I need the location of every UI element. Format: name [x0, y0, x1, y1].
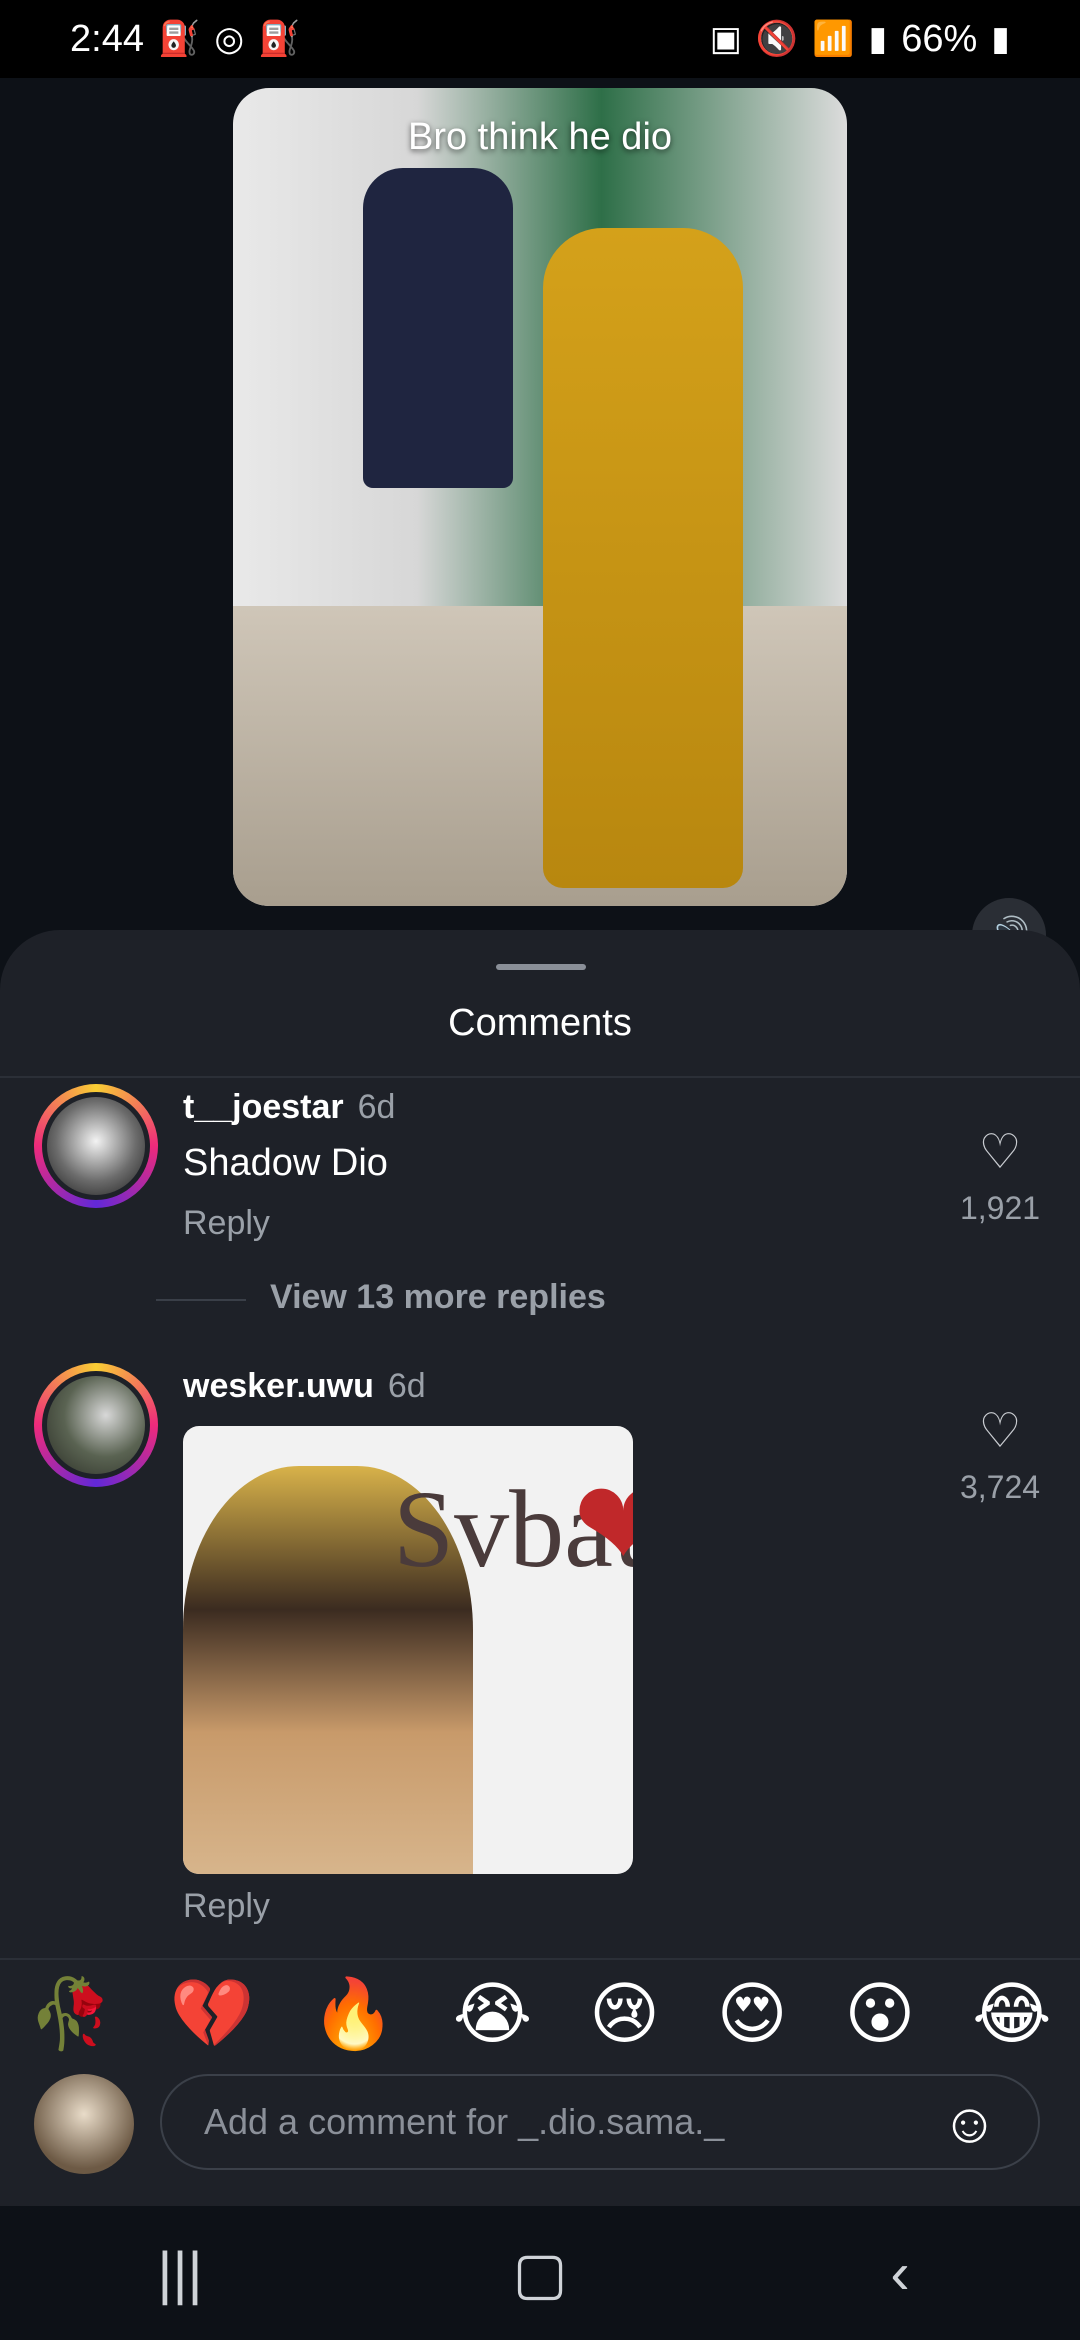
comment-text: Shadow Dio — [183, 1142, 388, 1184]
emoji-surprised[interactable]: 😮 — [844, 1975, 915, 2054]
video-person-background — [363, 168, 513, 488]
comment-input[interactable] — [202, 2100, 906, 2144]
comment-username[interactable]: t__joestar 6d — [183, 1088, 395, 1127]
avatar-ring — [42, 1371, 150, 1479]
video-floor — [233, 606, 847, 906]
sheet-title: Comments — [448, 1002, 632, 1044]
comment-time: 6d — [387, 1367, 426, 1405]
signal-icon: ▮ — [868, 20, 888, 58]
status-bar: 2:44 ⛽ ◎ ⛽ ▣ 🔇 📶 ▮ 66% ▮ — [0, 0, 1080, 78]
user-avatar[interactable] — [34, 2074, 134, 2174]
like-button[interactable]: ♡ 1,921 — [940, 1124, 1060, 1227]
video-caption: Bro think he dio — [407, 116, 673, 158]
like-button[interactable]: ♡ 3,724 — [940, 1403, 1060, 1506]
username-text[interactable]: wesker.uwu — [183, 1367, 374, 1405]
avatar-image — [47, 1097, 145, 1195]
drag-handle[interactable] — [496, 964, 586, 970]
mute-icon: 🔇 — [755, 20, 799, 58]
avatar-image — [47, 1376, 145, 1474]
emoji-fire[interactable]: 🔥 — [311, 1974, 396, 2054]
comment-input-wrapper[interactable]: ☺ — [160, 2074, 1040, 2170]
emoji-laughing[interactable]: 😂 — [972, 1975, 1051, 2054]
heart-icon[interactable]: ♡ — [940, 1124, 1060, 1180]
system-nav-bar: ||| ▢ ‹ — [0, 2206, 1080, 2340]
reply-button[interactable]: Reply — [183, 1204, 270, 1243]
replies-divider — [156, 1299, 246, 1301]
status-right: ▣ 🔇 📶 ▮ 66% ▮ — [710, 18, 1010, 61]
emoji-crying[interactable]: 😭 — [453, 1975, 532, 2054]
wifi-icon: 📶 — [812, 20, 855, 58]
heart-icon[interactable]: ♡ — [940, 1403, 1060, 1459]
avatar[interactable] — [34, 1084, 158, 1208]
emoji-wilted-rose[interactable]: 🥀 — [28, 1974, 113, 2054]
sticker-icon[interactable]: ☺ — [941, 2090, 998, 2155]
broken-heart-icon: ❤ — [573, 1458, 633, 1592]
battery-icon: ▮ — [991, 20, 1010, 58]
view-more-replies[interactable]: View 13 more replies — [270, 1278, 606, 1317]
video-area: Bro think he dio 🔊 — [0, 78, 1080, 972]
comment-input-bar: ☺ — [0, 2066, 1080, 2206]
video-person-main — [543, 228, 743, 888]
record-icon: ◎ — [214, 20, 244, 58]
cake-icon: ⛽ — [157, 20, 201, 58]
emoji-bar: 🥀 💔 🔥 😭 😢 😍 😮 😂 — [0, 1958, 1080, 2068]
home-icon[interactable]: ▢ — [480, 2239, 600, 2307]
emoji-broken-heart[interactable]: 💔 — [170, 1974, 255, 2054]
avatar[interactable] — [34, 1363, 158, 1487]
reply-button[interactable]: Reply — [183, 1887, 270, 1926]
cake-icon: ⛽ — [257, 20, 301, 58]
emoji-heart-eyes[interactable]: 😍 — [717, 1975, 788, 2054]
like-count: 3,724 — [959, 1469, 1041, 1505]
status-time: 2:44 — [70, 17, 144, 60]
recent-apps-icon[interactable]: ||| — [120, 2240, 240, 2307]
emoji-sad-tear[interactable]: 😢 — [589, 1975, 660, 2054]
sync-icon: ▣ — [709, 20, 742, 58]
comment-time: 6d — [357, 1088, 396, 1126]
comment-username[interactable]: wesker.uwu 6d — [183, 1367, 426, 1406]
avatar-ring — [42, 1092, 150, 1200]
back-icon[interactable]: ‹ — [840, 2240, 960, 2307]
battery-percent: 66% — [901, 17, 978, 60]
status-left: 2:44 ⛽ ◎ ⛽ — [70, 18, 300, 61]
like-count: 1,921 — [959, 1190, 1041, 1226]
username-text[interactable]: t__joestar — [183, 1088, 344, 1126]
video-player[interactable]: Bro think he dio — [233, 88, 847, 906]
divider — [0, 1076, 1080, 1078]
comment-image[interactable]: Svbau ❤ — [183, 1426, 633, 1874]
